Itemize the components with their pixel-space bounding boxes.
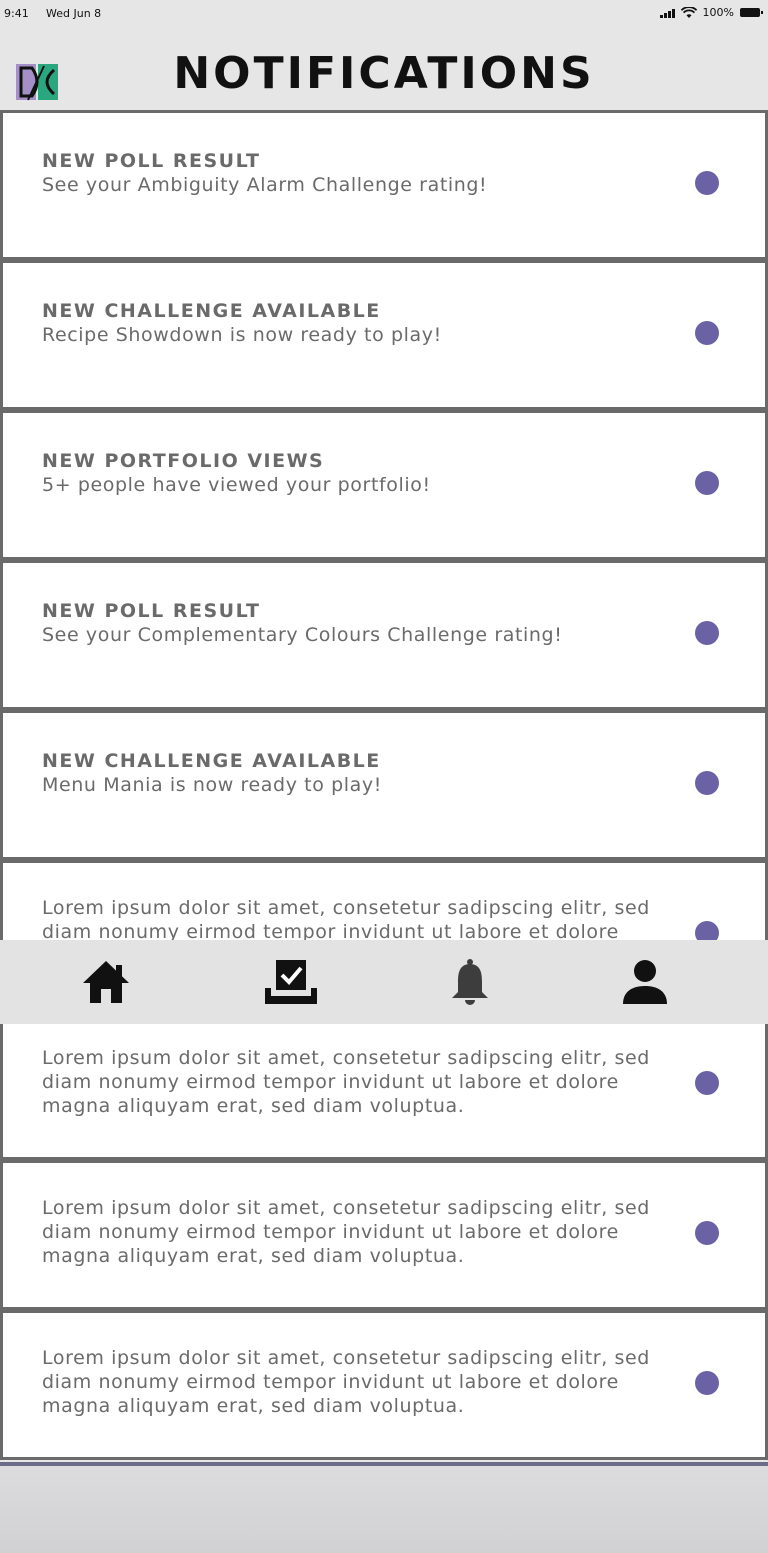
page-title: NOTIFICATIONS bbox=[173, 48, 595, 99]
notification-card[interactable]: NEW POLL RESULT See your Ambiguity Alarm … bbox=[0, 110, 768, 260]
tab-notifications[interactable] bbox=[442, 956, 498, 1008]
status-date: Wed Jun 8 bbox=[46, 7, 102, 20]
notification-card[interactable]: NEW POLL RESULT See your Complementary Co… bbox=[0, 560, 768, 710]
notification-title: NEW POLL RESULT bbox=[42, 600, 261, 622]
person-icon bbox=[623, 960, 667, 1004]
unread-dot-icon bbox=[695, 471, 719, 495]
cellular-signal-icon bbox=[659, 8, 675, 18]
unread-dot-icon bbox=[695, 171, 719, 195]
header: NOTIFICATIONS bbox=[0, 30, 768, 110]
background-texture bbox=[0, 1462, 768, 1553]
notification-title: NEW CHALLENGE AVAILABLE bbox=[42, 300, 381, 322]
notification-card[interactable]: Lorem ipsum dolor sit amet, consetetur s… bbox=[0, 1160, 768, 1310]
battery-percentage: 100% bbox=[702, 6, 734, 19]
notification-body: See your Complementary Colours Challenge… bbox=[42, 624, 563, 646]
notification-body: Lorem ipsum dolor sit amet, consetetur s… bbox=[42, 1347, 650, 1417]
notification-card[interactable]: Lorem ipsum dolor sit amet, consetetur s… bbox=[0, 1310, 768, 1460]
notification-body: See your Ambiguity Alarm Challenge ratin… bbox=[42, 174, 488, 196]
unread-dot-icon bbox=[695, 1071, 719, 1095]
notification-text: Lorem ipsum dolor sit amet, consetetur s… bbox=[42, 1346, 672, 1418]
unread-dot-icon bbox=[695, 321, 719, 345]
notification-card[interactable]: NEW PORTFOLIO VIEWS 5+ people have viewed… bbox=[0, 410, 768, 560]
notification-title: NEW CHALLENGE AVAILABLE bbox=[42, 750, 381, 772]
notifications-screen: 9:41 Wed Jun 8 100% NOTIFICATIONS NEW PO… bbox=[0, 0, 768, 1553]
status-indicators: 100% bbox=[659, 6, 763, 19]
tab-home[interactable] bbox=[78, 956, 134, 1008]
notification-body: Menu Mania is now ready to play! bbox=[42, 774, 382, 796]
home-icon bbox=[83, 961, 129, 1003]
notification-title: NEW PORTFOLIO VIEWS bbox=[42, 450, 325, 472]
notification-body: 5+ people have viewed your portfolio! bbox=[42, 474, 431, 496]
tab-profile[interactable] bbox=[617, 956, 673, 1008]
bell-icon bbox=[452, 959, 488, 1005]
bottom-tab-bar bbox=[0, 940, 768, 1024]
notification-card[interactable]: Lorem ipsum dolor sit amet, consetetur s… bbox=[0, 1010, 768, 1160]
notification-card[interactable]: NEW CHALLENGE AVAILABLE Menu Mania is now… bbox=[0, 710, 768, 860]
notification-text: NEW CHALLENGE AVAILABLE Menu Mania is now… bbox=[42, 749, 672, 797]
notification-list: NEW POLL RESULT See your Ambiguity Alarm … bbox=[0, 110, 768, 1460]
notification-text: NEW PORTFOLIO VIEWS 5+ people have viewed… bbox=[42, 449, 672, 497]
unread-dot-icon bbox=[695, 771, 719, 795]
notification-body: Recipe Showdown is now ready to play! bbox=[42, 324, 442, 346]
notification-title: NEW POLL RESULT bbox=[42, 150, 261, 172]
notification-text: NEW CHALLENGE AVAILABLE Recipe Showdown i… bbox=[42, 299, 672, 347]
status-time: 9:41 bbox=[4, 7, 29, 20]
status-bar: 9:41 Wed Jun 8 100% bbox=[0, 0, 768, 30]
notification-body: Lorem ipsum dolor sit amet, consetetur s… bbox=[42, 1047, 650, 1117]
wifi-icon bbox=[680, 6, 697, 18]
notification-text: NEW POLL RESULT See your Complementary Co… bbox=[42, 599, 672, 647]
checkbox-tray-icon bbox=[265, 960, 317, 1004]
notification-text: NEW POLL RESULT See your Ambiguity Alarm … bbox=[42, 149, 672, 197]
unread-dot-icon bbox=[695, 621, 719, 645]
battery-icon bbox=[740, 8, 763, 17]
notification-card[interactable]: NEW CHALLENGE AVAILABLE Recipe Showdown i… bbox=[0, 260, 768, 410]
notification-text: Lorem ipsum dolor sit amet, consetetur s… bbox=[42, 1196, 672, 1268]
unread-dot-icon bbox=[695, 1371, 719, 1395]
notification-text: Lorem ipsum dolor sit amet, consetetur s… bbox=[42, 1046, 672, 1118]
notification-body: Lorem ipsum dolor sit amet, consetetur s… bbox=[42, 1197, 650, 1267]
tab-challenges[interactable] bbox=[263, 956, 319, 1008]
unread-dot-icon bbox=[695, 1221, 719, 1245]
